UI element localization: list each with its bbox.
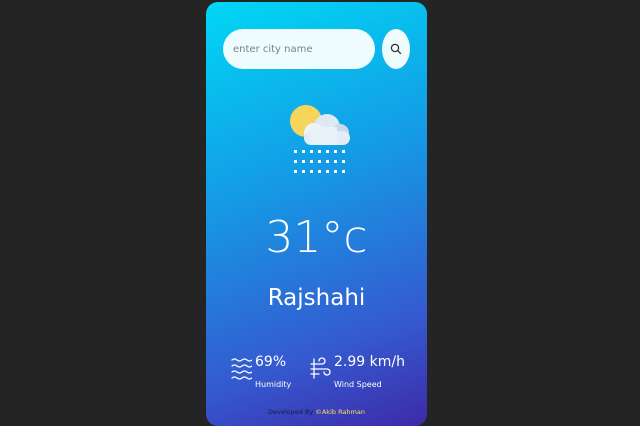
footer-credit: Developed By ©Akib Rahman [206,407,427,417]
wind-speed-value: 2.99 km/h [334,354,405,370]
wind-icon [310,357,331,379]
footer-prefix: Developed By [268,408,314,416]
wind-section: 2.99 km/h Wind Speed [310,352,405,392]
city-search-input[interactable] [223,29,375,69]
temperature: 31°c [265,212,368,263]
humidity-section: 69% Humidity [231,352,291,392]
humidity-waves-icon [231,358,252,380]
humidity-value: 69% [255,354,287,370]
weather-card: 31°c Rajshahi 69% Humidity [206,2,427,426]
wind-speed-label: Wind Speed [334,380,382,389]
city-name: Rajshahi [267,285,366,311]
sun-behind-cloud-snow-icon [290,105,350,173]
search-icon [390,43,402,55]
weather-details: 69% Humidity 2.99 km/h Wind Speed [206,352,427,396]
humidity-label: Humidity [255,380,292,389]
author-link[interactable]: ©Akib Rahman [315,408,365,416]
search-button[interactable] [382,29,410,69]
